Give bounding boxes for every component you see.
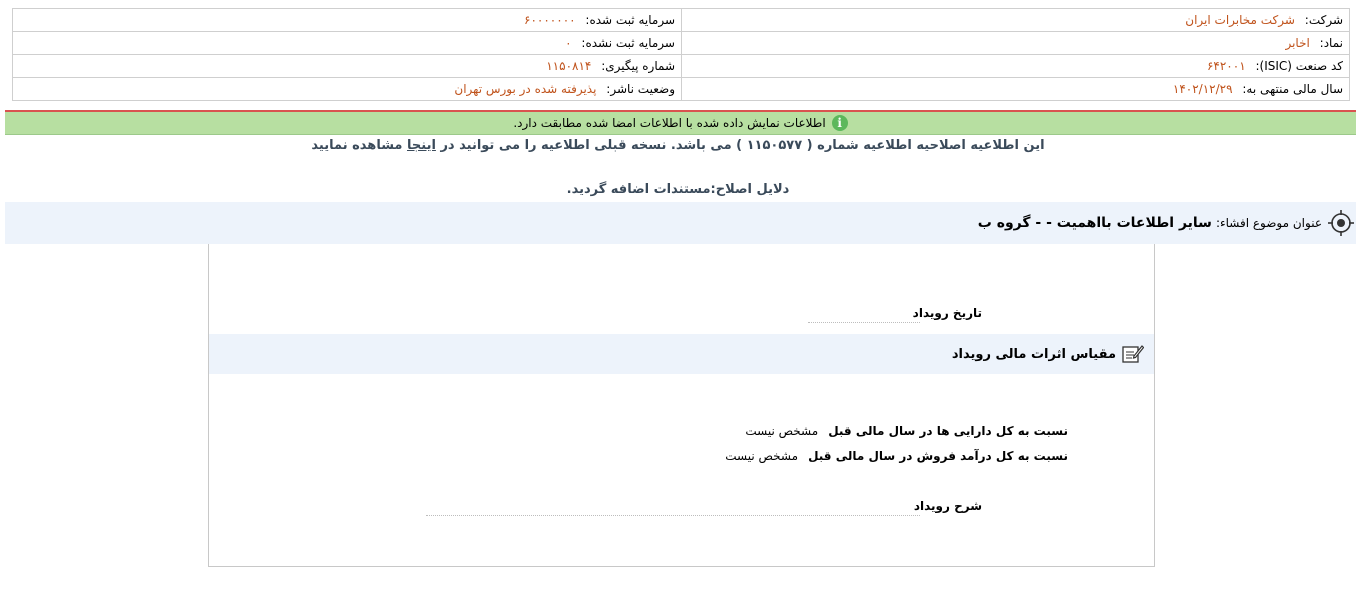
- ratio-assets-value: مشخص نیست: [745, 424, 819, 438]
- reg-capital-label: سرمایه ثبت شده:: [585, 13, 675, 27]
- verification-message: اطلاعات نمایش داده شده با اطلاعات امضا ش…: [513, 116, 826, 130]
- ratio-revenue-label: نسبت به کل درآمد فروش در سال مالی قبل: [808, 449, 1068, 463]
- unreg-capital-cell: سرمایه ثبت نشده: ۰: [12, 31, 682, 55]
- info-row: نماد: اخابر سرمایه ثبت نشده: ۰: [12, 31, 1350, 55]
- correction-text-after: مشاهده نمایید: [311, 138, 408, 153]
- unreg-capital-label: سرمایه ثبت نشده:: [581, 36, 675, 50]
- company-label: شرکت:: [1304, 13, 1343, 27]
- symbol-value: اخابر: [1285, 36, 1310, 50]
- correction-notice: این اطلاعیه اصلاحیه اطلاعیه شماره ( ۱۱۵۰…: [0, 138, 1356, 153]
- unreg-capital-value: ۰: [565, 36, 572, 50]
- event-panel: تاریخ رویداد مقیاس اثرات مالی رویداد نسب…: [208, 244, 1155, 567]
- subject-value: سایر اطلاعات بااهمیت - - گروه ب: [977, 215, 1212, 231]
- symbol-cell: نماد: اخابر: [681, 31, 1350, 55]
- tracking-cell: شماره پیگیری: ۱۱۵۰۸۱۴: [12, 54, 682, 78]
- event-date-label: تاریخ رویداد: [912, 306, 982, 320]
- publisher-status-value: پذیرفته شده در بورس تهران: [454, 82, 597, 96]
- publisher-status-cell: وضعیت ناشر: پذیرفته شده در بورس تهران: [12, 77, 682, 101]
- reg-capital-value: ۶۰۰۰۰۰۰۰: [524, 13, 576, 27]
- financial-impact-header: مقیاس اثرات مالی رویداد: [209, 334, 1154, 374]
- ratio-row-assets: نسبت به کل دارایی ها در سال مالی قبل مشخ…: [745, 424, 1068, 438]
- target-icon: [1328, 210, 1354, 236]
- tracking-value: ۱۱۵۰۸۱۴: [546, 59, 592, 73]
- previous-version-link[interactable]: اینجا: [407, 138, 436, 153]
- edit-note-icon: [1122, 344, 1145, 364]
- ratio-revenue-value: مشخص نیست: [725, 449, 799, 463]
- symbol-label: نماد:: [1319, 36, 1343, 50]
- isic-cell: کد صنعت (ISIC): ۶۴۲۰۰۱: [681, 54, 1350, 78]
- tracking-label: شماره پیگیری:: [601, 59, 675, 73]
- reg-capital-cell: سرمایه ثبت شده: ۶۰۰۰۰۰۰۰: [12, 8, 682, 32]
- info-row: کد صنعت (ISIC): ۶۴۲۰۰۱ شماره پیگیری: ۱۱۵…: [12, 54, 1350, 78]
- company-value: شرکت مخابرات ایران: [1185, 13, 1295, 27]
- info-row: سال مالی منتهی به: ۱۴۰۲/۱۲/۲۹ وضعیت ناشر…: [12, 77, 1350, 101]
- verification-banner: i اطلاعات نمایش داده شده با اطلاعات امضا…: [5, 112, 1356, 135]
- subject-label: عنوان موضوع افشاء:: [1215, 216, 1322, 230]
- event-description-label: شرح رویداد: [913, 499, 982, 513]
- ratio-assets-label: نسبت به کل دارایی ها در سال مالی قبل: [828, 424, 1068, 438]
- info-row: شرکت: شرکت مخابرات ایران سرمایه ثبت شده:…: [12, 8, 1350, 32]
- correction-text-before: این اطلاعیه اصلاحیه اطلاعیه شماره ( ۱۱۵۰…: [435, 138, 1045, 153]
- publisher-status-label: وضعیت ناشر:: [606, 82, 675, 96]
- financial-impact-title: مقیاس اثرات مالی رویداد: [951, 346, 1116, 362]
- event-description-field: [426, 515, 920, 516]
- fiscal-value: ۱۴۰۲/۱۲/۲۹: [1172, 82, 1233, 96]
- disclosure-subject-bar: عنوان موضوع افشاء: سایر اطلاعات بااهمیت …: [5, 202, 1356, 244]
- isic-value: ۶۴۲۰۰۱: [1206, 59, 1246, 73]
- event-date-field: [808, 322, 920, 323]
- fiscal-cell: سال مالی منتهی به: ۱۴۰۲/۱۲/۲۹: [681, 77, 1350, 101]
- ratio-row-revenue: نسبت به کل درآمد فروش در سال مالی قبل مش…: [725, 449, 1068, 463]
- isic-label: کد صنعت (ISIC):: [1255, 59, 1343, 73]
- company-info-table: شرکت: شرکت مخابرات ایران سرمایه ثبت شده:…: [12, 8, 1350, 101]
- info-icon: i: [831, 115, 848, 131]
- company-cell: شرکت: شرکت مخابرات ایران: [681, 8, 1350, 32]
- fiscal-label: سال مالی منتهی به:: [1242, 82, 1343, 96]
- correction-reasons: دلایل اصلاح:مستندات اضافه گردید.: [566, 182, 790, 197]
